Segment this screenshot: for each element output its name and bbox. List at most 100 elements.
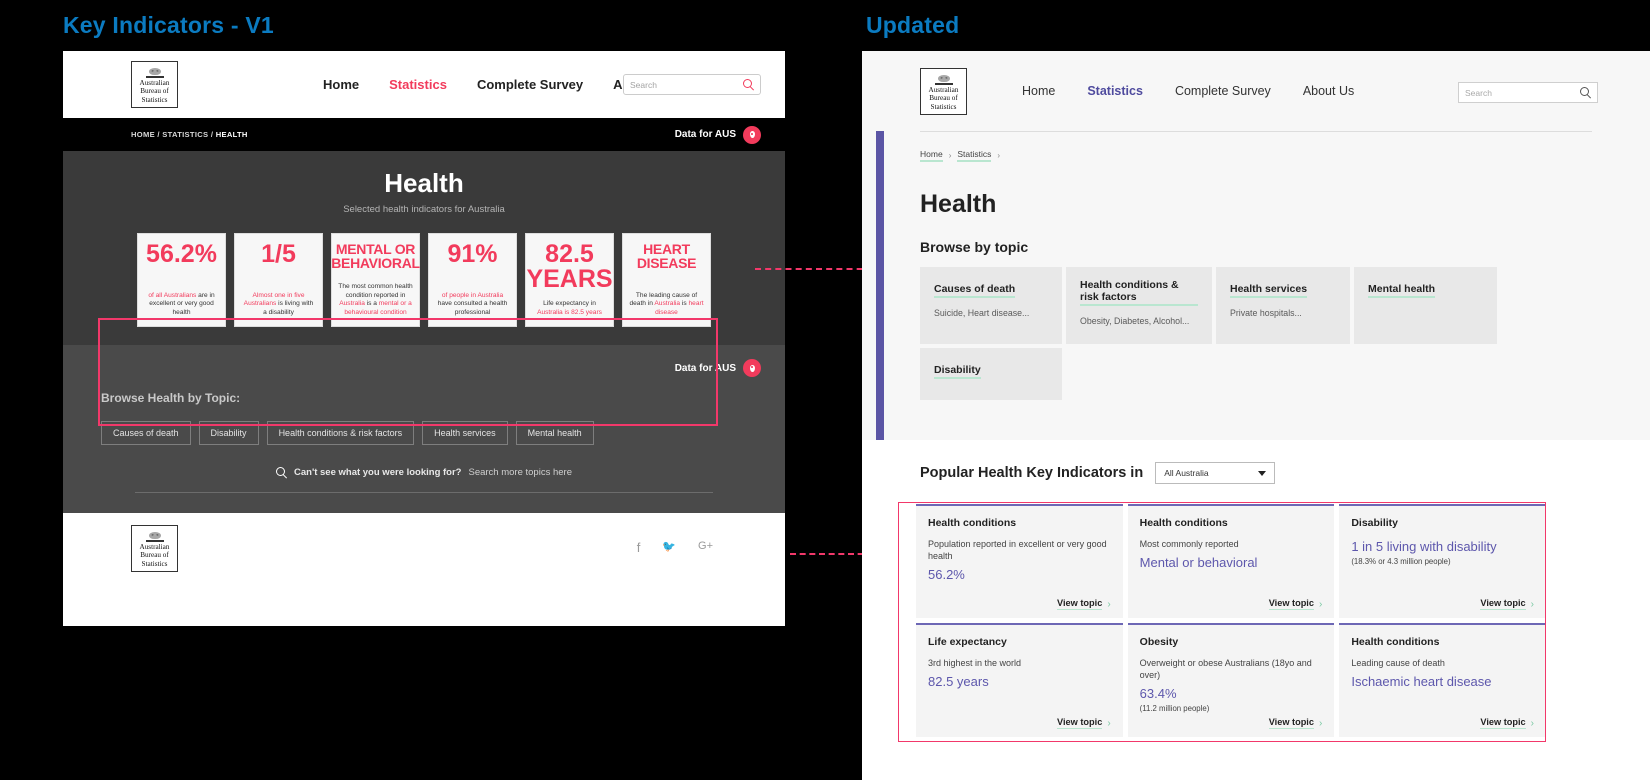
indicator-card-value: Mental or behavioral [1139, 555, 1258, 570]
v1-key-card[interactable]: 56.2% of all Australians are in excellent… [137, 233, 226, 327]
topic-chip[interactable]: Disability [198, 421, 259, 445]
location-pin-icon[interactable] [743, 359, 761, 377]
twitter-icon[interactable]: 🐦 [662, 540, 676, 555]
v1-key-card[interactable]: 82.5 YEARS Life expectancy in Australia i… [525, 233, 614, 327]
footer-abs-logo[interactable]: Australian Bureau of Statistics [131, 525, 178, 572]
search-icon [276, 467, 287, 478]
v1-main-nav: Home Statistics Complete Survey About Us [323, 51, 671, 118]
v1-key-card-description: of people in Australia have consulted a … [437, 291, 508, 316]
topic-link[interactable]: Health conditions & risk factors [1080, 279, 1198, 306]
indicator-card[interactable]: Disability 1 in 5 living with disability (… [1339, 504, 1546, 618]
v1-browse-section: Data for AUS Browse Health by Topic: Cau… [63, 345, 785, 513]
topic-cell[interactable]: Health services Private hospitals... [1216, 267, 1350, 344]
indicator-card-topic: Disability [1351, 517, 1399, 529]
indicator-card-topic: Health conditions [1139, 517, 1228, 529]
topic-chip[interactable]: Health services [422, 421, 508, 445]
topic-link[interactable]: Disability [934, 364, 981, 379]
indicator-card-value: 1 in 5 living with disability [1351, 539, 1497, 554]
v1-key-card[interactable]: 1/5 Almost one in five Australians is liv… [234, 233, 323, 327]
indicator-card[interactable]: Obesity Overweight or obese Australians (… [1127, 623, 1335, 737]
coat-of-arms-icon [145, 531, 164, 542]
search-more-topics[interactable]: Can't see what you were looking for? Sea… [101, 467, 747, 478]
indicator-card[interactable]: Health conditions Most commonly reported M… [1127, 504, 1335, 618]
search-icon[interactable] [743, 79, 754, 90]
region-select[interactable]: All Australia [1155, 462, 1276, 484]
v1-search-box[interactable]: Search [623, 74, 761, 95]
abs-logo[interactable]: Australian Bureau of Statistics [920, 68, 967, 115]
topic-grid: Causes of death Suicide, Heart disease...… [920, 267, 1600, 400]
topic-chip[interactable]: Health conditions & risk factors [266, 421, 415, 445]
logo-line-1: Australian [139, 542, 170, 551]
nav-item-home[interactable]: Home [323, 77, 359, 92]
view-topic-label: View topic [1057, 717, 1103, 729]
topic-cell[interactable]: Disability [920, 348, 1062, 400]
view-topic-link[interactable]: View topic › [1268, 717, 1323, 729]
chevron-right-icon: › [1318, 717, 1323, 729]
data-for-region-top[interactable]: Data for AUS [675, 125, 761, 144]
view-topic-label: View topic [1480, 598, 1526, 610]
indicator-card-description: 3rd highest in the world [928, 658, 1022, 668]
nav-item-home[interactable]: Home [1022, 84, 1055, 98]
topic-cell[interactable]: Causes of death Suicide, Heart disease... [920, 267, 1062, 344]
indicator-card[interactable]: Health conditions Leading cause of death I… [1339, 623, 1546, 737]
updated-mockup-panel: Australian Bureau of Statistics Home Sta… [862, 51, 1650, 780]
indicator-card-topic: Life expectancy [928, 636, 1007, 648]
view-topic-link[interactable]: View topic › [1057, 717, 1111, 729]
indicator-card[interactable]: Life expectancy 3rd highest in the world 8… [916, 623, 1123, 737]
indicator-card-value: 56.2% [928, 567, 965, 582]
breadcrumb-item-statistics[interactable]: Statistics [957, 149, 992, 162]
indicator-card[interactable]: Health conditions Population reported in … [916, 504, 1123, 618]
search-placeholder: Search [630, 79, 657, 90]
coat-of-arms-icon [934, 74, 953, 85]
topic-link[interactable]: Mental health [1368, 283, 1436, 298]
data-for-region-browse[interactable]: Data for AUS [675, 359, 761, 377]
topic-chip[interactable]: Causes of death [101, 421, 191, 445]
logo-line-2: Bureau of [140, 87, 169, 96]
topic-cell[interactable]: Mental health [1354, 267, 1497, 344]
view-topic-link[interactable]: View topic › [1057, 598, 1111, 610]
updated-site-header: Australian Bureau of Statistics Home Sta… [862, 51, 1650, 131]
footer-social-links: f 🐦 G+ [637, 540, 713, 555]
v1-key-card-description: The leading cause of death in Australia … [629, 291, 704, 316]
breadcrumb-item-statistics[interactable]: STATISTICS [162, 130, 208, 139]
abs-logo[interactable]: Australian Bureau of Statistics [131, 61, 178, 108]
nav-item-complete-survey[interactable]: Complete Survey [477, 77, 583, 92]
nav-item-statistics[interactable]: Statistics [389, 77, 447, 92]
indicator-card-grid: Health conditions Population reported in … [916, 504, 1546, 737]
nav-item-statistics[interactable]: Statistics [1087, 84, 1143, 98]
search-icon[interactable] [1580, 87, 1591, 98]
indicator-card-description: Leading cause of death [1351, 658, 1445, 668]
logo-line-2: Bureau of [929, 94, 958, 103]
indicator-card-description: Overweight or obese Australians (18yo an… [1139, 658, 1312, 680]
v1-mockup-panel: Australian Bureau of Statistics Home Sta… [63, 51, 785, 626]
location-pin-icon[interactable] [743, 125, 761, 144]
annotation-title-right: Updated [866, 12, 960, 38]
updated-search-box[interactable]: Search [1458, 82, 1598, 103]
chevron-down-icon [1258, 470, 1267, 476]
logo-line-3: Statistics [930, 102, 957, 111]
breadcrumb-separator-2: › [997, 151, 1001, 160]
breadcrumb: HOME / STATISTICS / HEALTH [131, 130, 248, 139]
view-topic-link[interactable]: View topic › [1480, 717, 1534, 729]
facebook-icon[interactable]: f [637, 540, 641, 555]
google-plus-icon[interactable]: G+ [698, 540, 713, 555]
v1-hero-section: Health Selected health indicators for Au… [63, 151, 785, 426]
indicator-card-topic: Obesity [1139, 636, 1179, 648]
view-topic-link[interactable]: View topic › [1480, 598, 1534, 610]
nav-item-about-us[interactable]: About Us [1303, 84, 1354, 98]
topic-chip[interactable]: Mental health [515, 421, 594, 445]
data-for-label: Data for AUS [674, 362, 736, 374]
view-topic-label: View topic [1268, 717, 1314, 729]
topic-cell[interactable]: Health conditions & risk factors Obesity,… [1066, 267, 1212, 344]
topic-subtext: Obesity, Diabetes, Alcohol... [1080, 316, 1190, 326]
breadcrumb-item-home[interactable]: HOME [131, 130, 155, 139]
view-topic-link[interactable]: View topic › [1268, 598, 1322, 610]
v1-key-card[interactable]: 91% of people in Australia have consulted… [428, 233, 517, 327]
topic-link[interactable]: Health services [1230, 283, 1308, 298]
v1-key-card[interactable]: MENTAL OR BEHAVIORAL The most common heal… [331, 233, 420, 327]
v1-key-card[interactable]: HEART DISEASE The leading cause of death … [622, 233, 711, 327]
breadcrumb-item-home[interactable]: Home [920, 149, 943, 162]
chevron-right-icon: › [1107, 717, 1111, 729]
topic-link[interactable]: Causes of death [934, 283, 1016, 298]
nav-item-complete-survey[interactable]: Complete Survey [1175, 84, 1271, 98]
